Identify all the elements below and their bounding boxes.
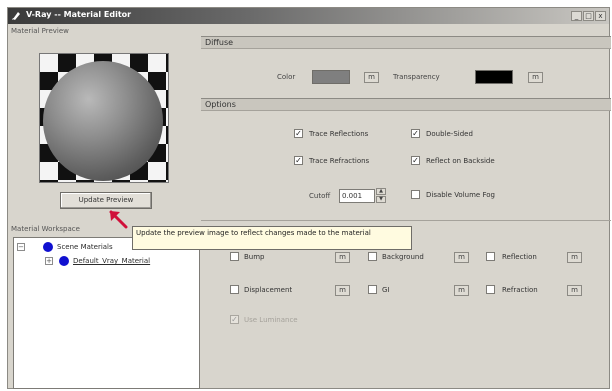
material-icon xyxy=(59,256,69,266)
preview-sphere xyxy=(43,61,163,181)
displacement-checkbox[interactable] xyxy=(230,285,239,294)
trace-reflections-label: Trace Reflections xyxy=(309,130,369,138)
color-label: Color xyxy=(277,73,296,81)
trace-refractions-label: Trace Refractions xyxy=(309,157,370,165)
material-preview-label: Material Preview xyxy=(11,27,69,35)
reflect-on-backside-checkbox[interactable]: ✓ xyxy=(411,156,420,165)
refraction-checkbox[interactable] xyxy=(486,285,495,294)
cutoff-label: Cutoff xyxy=(309,192,331,200)
bump-map-button[interactable]: m xyxy=(335,252,350,263)
transparency-map-button[interactable]: m xyxy=(528,72,543,83)
refraction-map-button[interactable]: m xyxy=(567,285,582,296)
bump-label: Bump xyxy=(244,253,265,261)
disable-volume-fog-checkbox[interactable] xyxy=(411,190,420,199)
tree-item-label: Default_Vray_Material xyxy=(73,257,151,265)
update-preview-button[interactable]: Update Preview xyxy=(60,192,152,209)
reflection-map-button[interactable]: m xyxy=(567,252,582,263)
double-sided-label: Double-Sided xyxy=(426,130,473,138)
transparency-label: Transparency xyxy=(393,73,440,81)
update-preview-tooltip: Update the preview image to reflect chan… xyxy=(132,226,412,250)
options-section-header[interactable]: Options xyxy=(201,98,611,111)
cursor-arrow-icon xyxy=(109,210,128,229)
material-tree[interactable]: − Scene Materials + Default_Vray_Materia… xyxy=(13,237,200,389)
vray-app-icon xyxy=(12,12,20,20)
close-icon[interactable]: x xyxy=(595,11,606,21)
use-luminance-checkbox: ✓ xyxy=(230,315,239,324)
diffuse-color-map-button[interactable]: m xyxy=(364,72,379,83)
transparency-color-swatch[interactable] xyxy=(475,70,513,84)
double-sided-checkbox[interactable]: ✓ xyxy=(411,129,420,138)
displacement-label: Displacement xyxy=(244,286,293,294)
refraction-label: Refraction xyxy=(502,286,538,294)
material-workspace-label: Material Workspace xyxy=(11,225,80,233)
reflect-on-backside-label: Reflect on Backside xyxy=(426,157,495,165)
cutoff-input[interactable]: 0.001 xyxy=(339,189,375,203)
background-map-button[interactable]: m xyxy=(454,252,469,263)
bump-checkbox[interactable] xyxy=(230,252,239,261)
reflection-label: Reflection xyxy=(502,253,537,261)
tree-item-default-material[interactable]: + Default_Vray_Material xyxy=(17,255,197,267)
tree-item-label: Scene Materials xyxy=(57,243,113,251)
title-bar[interactable]: V-Ray -- Material Editor _ □ x xyxy=(8,8,609,24)
displacement-map-button[interactable]: m xyxy=(335,285,350,296)
collapse-icon[interactable]: − xyxy=(17,243,25,251)
reflection-checkbox[interactable] xyxy=(486,252,495,261)
trace-reflections-checkbox[interactable]: ✓ xyxy=(294,129,303,138)
material-group-icon xyxy=(43,242,53,252)
section-divider xyxy=(201,220,611,221)
diffuse-section-header[interactable]: Diffuse xyxy=(201,36,611,49)
spinner-down-icon[interactable]: ▼ xyxy=(376,196,386,203)
window-title: V-Ray -- Material Editor xyxy=(26,10,132,19)
gi-map-button[interactable]: m xyxy=(454,285,469,296)
use-luminance-label: Use Luminance xyxy=(244,316,298,324)
background-checkbox[interactable] xyxy=(368,252,377,261)
minimize-icon[interactable]: _ xyxy=(571,11,582,21)
gi-label: GI xyxy=(382,286,390,294)
background-label: Background xyxy=(382,253,424,261)
material-preview-image xyxy=(39,53,169,183)
material-editor-window: V-Ray -- Material Editor _ □ x Material … xyxy=(7,7,611,389)
gi-checkbox[interactable] xyxy=(368,285,377,294)
restore-icon[interactable]: □ xyxy=(583,11,594,21)
diffuse-color-swatch[interactable] xyxy=(312,70,350,84)
expand-icon[interactable]: + xyxy=(45,257,53,265)
disable-volume-fog-label: Disable Volume Fog xyxy=(426,191,495,199)
spinner-up-icon[interactable]: ▲ xyxy=(376,188,386,195)
trace-refractions-checkbox[interactable]: ✓ xyxy=(294,156,303,165)
